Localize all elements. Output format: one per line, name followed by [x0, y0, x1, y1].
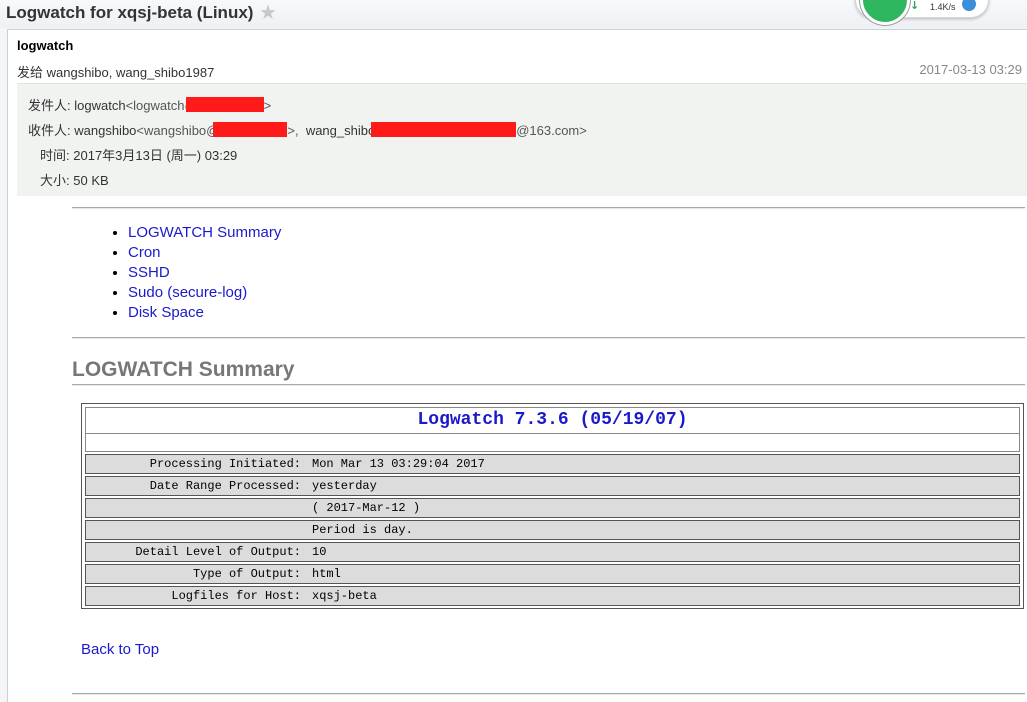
row-key: Detail Level of Output:: [135, 545, 301, 559]
toc-link-sshd[interactable]: SSHD: [128, 264, 170, 281]
divider: [72, 693, 1025, 695]
from-label: 发件人:: [28, 98, 71, 113]
email-subject: logwatch: [17, 38, 74, 53]
row-value: Mon Mar 13 03:29:04 2017: [312, 457, 485, 471]
redaction-mark: [185, 97, 264, 112]
row-value: 10: [312, 545, 327, 559]
row-key: Date Range Processed:: [149, 479, 301, 493]
from-address-suffix: >: [263, 98, 272, 113]
row-key: Logfiles for Host:: [171, 589, 301, 603]
to-label: 收件人:: [28, 123, 71, 138]
email-pane: logwatch 发给 wangshibo, wang_shibo1987 20…: [7, 29, 1027, 702]
divider: [72, 337, 1025, 339]
window-title-bar: Logwatch for xqsj-beta (Linux) ★ ↓ 1.4K/…: [0, 0, 1027, 28]
row-value: Period is day.: [312, 523, 413, 537]
row-value: yesterday: [312, 479, 377, 493]
back-to-top-link[interactable]: Back to Top: [81, 641, 159, 658]
network-speed-widget[interactable]: ↓ 1.4K/s: [855, 0, 989, 25]
table-row: Logfiles for Host: xqsj-beta: [85, 586, 1020, 606]
network-speed-label: 1.4K/s: [930, 2, 956, 12]
toc-item: Cron: [128, 243, 281, 263]
table-row: Processing Initiated: Mon Mar 13 03:29:0…: [85, 454, 1020, 474]
toc-item: LOGWATCH Summary: [128, 223, 281, 243]
table-row: Detail Level of Output: 10: [85, 542, 1020, 562]
to-name-1[interactable]: wangshibo: [74, 123, 136, 138]
toc-link-sudo[interactable]: Sudo (secure-log): [128, 284, 247, 301]
to-name-2[interactable]: wang_shibo: [306, 123, 375, 138]
toc-item: SSHD: [128, 263, 281, 283]
email-headers-panel: 发件人: logwatch<logwatch@ > 收件人: wangshibo<…: [17, 83, 1027, 196]
section-title: LOGWATCH Summary: [72, 358, 295, 381]
star-icon[interactable]: ★: [259, 0, 277, 24]
row-value: html: [312, 567, 341, 581]
network-status-icon: [860, 0, 910, 25]
table-row: Date Range Processed: yesterday: [85, 476, 1020, 496]
summary-spacer-row: [85, 433, 1020, 452]
download-arrow-icon: ↓: [910, 0, 920, 12]
window-title: Logwatch for xqsj-beta (Linux): [6, 3, 254, 22]
to-address-2-suffix: @163.com>: [516, 123, 587, 138]
summary-heading: Logwatch 7.3.6 (05/19/07): [85, 407, 1020, 434]
header-from-row: 发件人: logwatch<logwatch@ >: [28, 95, 271, 114]
toc-link-cron[interactable]: Cron: [128, 244, 161, 261]
table-row: Type of Output: html: [85, 564, 1020, 584]
table-row: ( 2017-Mar-12 ): [85, 498, 1020, 518]
table-row: Period is day.: [85, 520, 1020, 540]
toc-item: Disk Space: [128, 303, 281, 323]
row-key: Type of Output:: [192, 567, 301, 581]
divider: [72, 207, 1025, 209]
to-address-1-prefix: <wangshibo@: [136, 123, 220, 138]
to-address-1-suffix: >,: [287, 123, 299, 138]
header-time-row: 时间: 2017年3月13日 (周一) 03:29: [40, 145, 237, 164]
from-name[interactable]: logwatch: [74, 98, 125, 113]
widget-menu-icon[interactable]: [962, 0, 976, 11]
email-date: 2017-03-13 03:29: [919, 62, 1022, 77]
logwatch-summary-table: Logwatch 7.3.6 (05/19/07) Processing Ini…: [81, 403, 1024, 609]
header-size-row: 大小: 50 KB: [40, 170, 109, 189]
toc-item: Sudo (secure-log): [128, 283, 281, 303]
redaction-mark: [371, 122, 517, 137]
header-to-row: 收件人: wangshibo<wangshibo@ >, wang_shibo @1…: [28, 120, 587, 139]
time-label: 时间:: [40, 148, 70, 163]
row-value: xqsj-beta: [312, 589, 377, 603]
email-recipients-summary[interactable]: 发给 wangshibo, wang_shibo1987: [17, 62, 214, 81]
size-label: 大小:: [40, 173, 70, 188]
time-value: 2017年3月13日 (周一) 03:29: [73, 148, 238, 163]
row-value: ( 2017-Mar-12 ): [312, 501, 421, 515]
toc-link-disk-space[interactable]: Disk Space: [128, 304, 204, 321]
size-value: 50 KB: [73, 173, 109, 188]
row-key: Processing Initiated:: [149, 457, 301, 471]
toc-link-logwatch-summary[interactable]: LOGWATCH Summary: [128, 224, 281, 241]
divider: [72, 384, 1025, 386]
table-of-contents: LOGWATCH Summary Cron SSHD Sudo (secure-…: [113, 223, 281, 323]
redaction-mark: [213, 122, 288, 137]
